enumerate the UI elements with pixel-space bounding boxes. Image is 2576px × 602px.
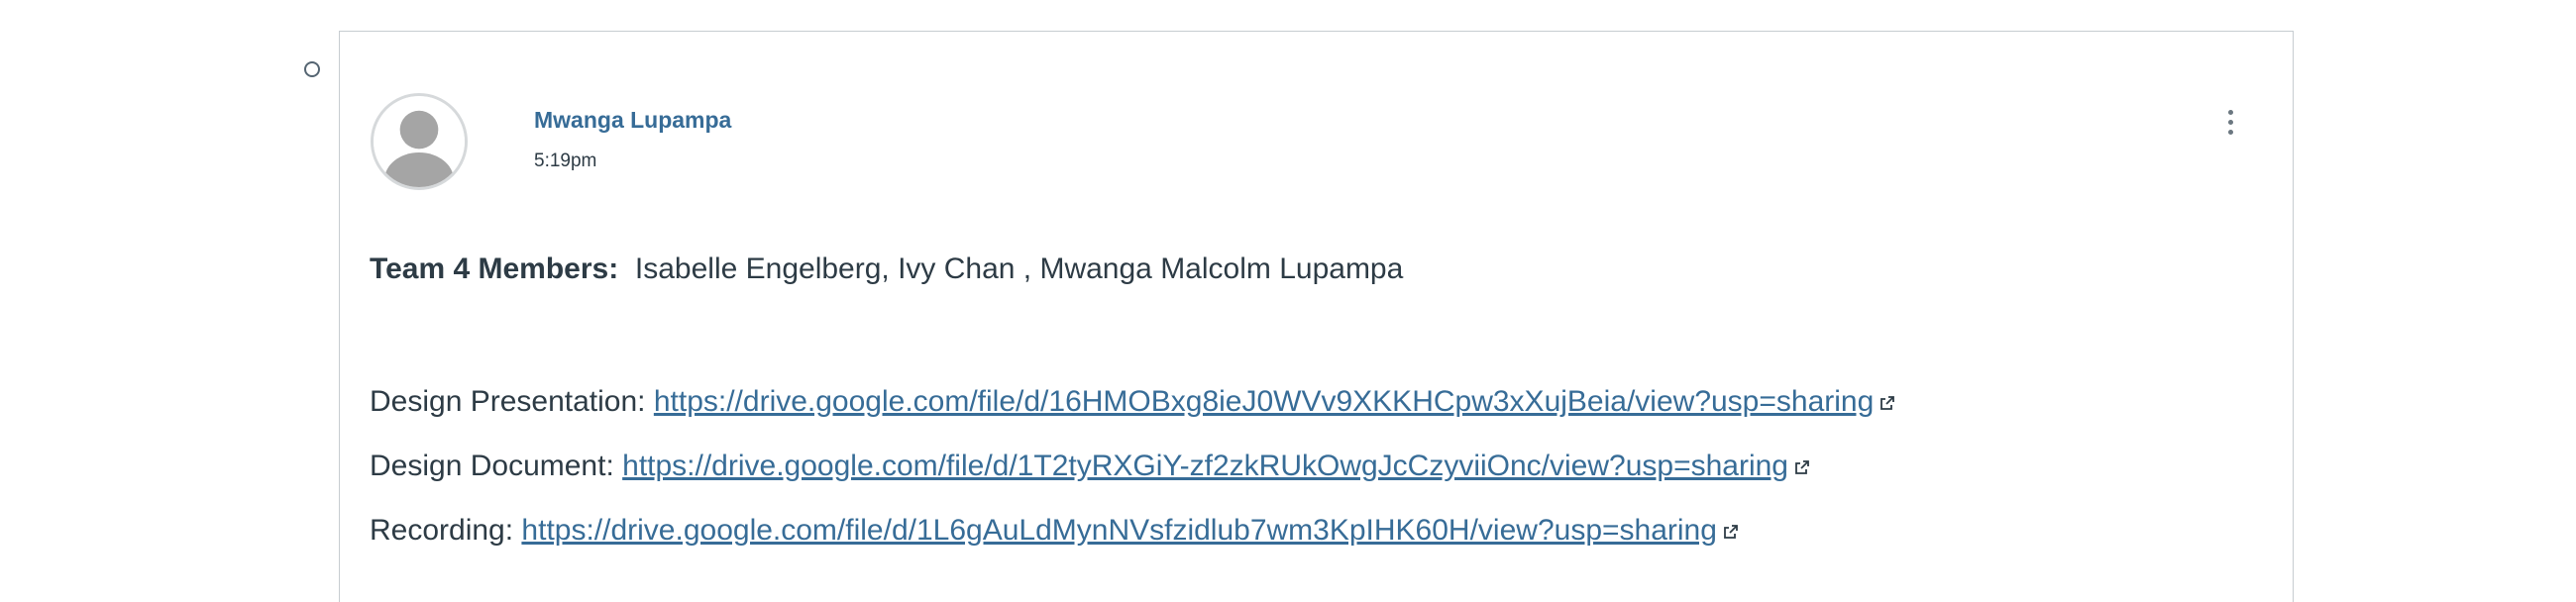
team-members-line: Team 4 Members: Isabelle Engelberg, Ivy … (370, 250, 2252, 288)
message-body: Team 4 Members: Isabelle Engelberg, Ivy … (370, 222, 2252, 547)
design-presentation-label: Design Presentation: (370, 385, 646, 418)
design-document-label: Design Document: (370, 450, 614, 482)
team-members-label: Team 4 Members: (370, 252, 619, 285)
external-link-icon (1795, 460, 1809, 474)
design-document-link[interactable]: https://drive.google.com/file/d/1T2tyRXG… (622, 450, 1788, 482)
team-members-names: Isabelle Engelberg, Ivy Chan , Mwanga Ma… (634, 252, 1404, 285)
author-name-link[interactable]: Mwanga Lupampa (534, 107, 731, 134)
recording-link[interactable]: https://drive.google.com/file/d/1L6gAuLd… (521, 514, 1717, 547)
design-presentation-line: Design Presentation: https://drive.googl… (370, 382, 1895, 421)
external-link-icon (1724, 525, 1738, 539)
design-presentation-link[interactable]: https://drive.google.com/file/d/16HMOBxg… (654, 385, 1874, 418)
unread-indicator-icon[interactable] (304, 61, 320, 77)
discussion-entry: Mwanga Lupampa 5:19pm Team 4 Members: Is… (339, 31, 2294, 602)
design-document-line: Design Document: https://drive.google.co… (370, 447, 1810, 485)
avatar[interactable] (371, 93, 468, 190)
post-timestamp: 5:19pm (534, 150, 597, 171)
default-avatar-icon (374, 96, 465, 187)
recording-line: Recording: https://drive.google.com/file… (370, 511, 1739, 550)
external-link-icon (1880, 396, 1895, 410)
options-menu-button[interactable] (2215, 104, 2245, 144)
kebab-menu-icon (2227, 110, 2233, 115)
discussion-page: Mwanga Lupampa 5:19pm Team 4 Members: Is… (0, 0, 2576, 602)
recording-label: Recording: (370, 514, 514, 547)
